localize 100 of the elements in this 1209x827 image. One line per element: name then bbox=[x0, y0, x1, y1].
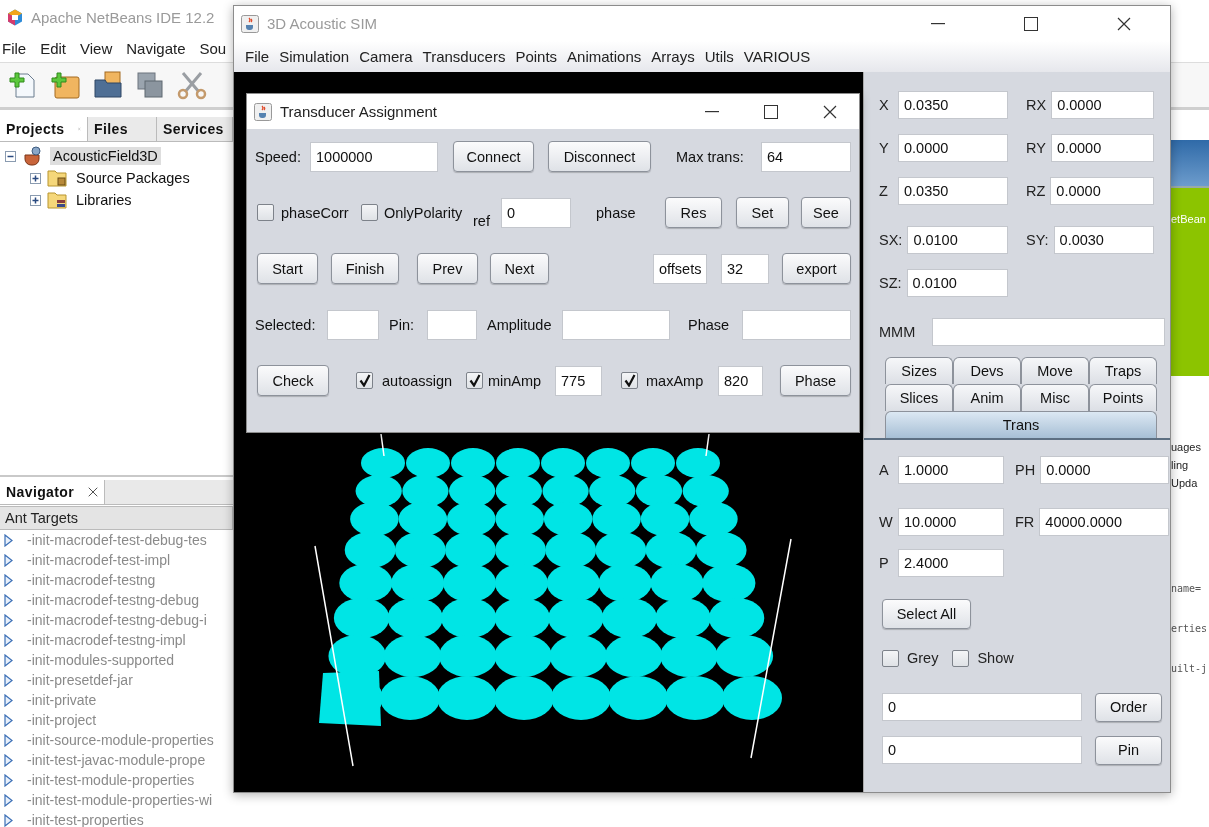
maximize-icon[interactable] bbox=[763, 104, 778, 119]
menu-item[interactable]: Simulation bbox=[279, 48, 350, 65]
input-field[interactable]: 0 bbox=[882, 736, 1082, 764]
expand-icon[interactable] bbox=[30, 194, 41, 206]
menu-item[interactable]: Utils bbox=[704, 48, 734, 65]
checkbox[interactable] bbox=[466, 372, 483, 389]
input-field[interactable] bbox=[932, 318, 1165, 346]
close-icon[interactable] bbox=[1116, 16, 1131, 31]
menu-item[interactable]: Transducers bbox=[422, 48, 506, 65]
close-icon[interactable] bbox=[88, 487, 99, 497]
menu-item[interactable]: Animations bbox=[567, 48, 642, 65]
input-field[interactable] bbox=[742, 309, 851, 340]
button[interactable]: Pin bbox=[1095, 735, 1162, 765]
checkbox[interactable] bbox=[356, 372, 373, 389]
button[interactable]: Disconnect bbox=[548, 141, 651, 172]
input-field[interactable]: 0 bbox=[501, 197, 571, 228]
checkbox[interactable] bbox=[882, 649, 899, 667]
input-field[interactable]: 0.0000 bbox=[898, 134, 1008, 162]
tree-item[interactable]: AcousticField3D bbox=[50, 147, 161, 165]
input-field[interactable]: 0.0350 bbox=[898, 91, 1008, 119]
menu-item[interactable]: File bbox=[2, 40, 27, 57]
menu-item[interactable]: VARIOUS bbox=[743, 48, 811, 65]
button[interactable]: Start bbox=[257, 253, 318, 284]
list-item[interactable]: -init-macrodef-testng-impl bbox=[27, 632, 186, 648]
list-item[interactable]: -init-macrodef-testng-debug bbox=[27, 592, 199, 608]
maximize-icon[interactable] bbox=[1023, 16, 1038, 31]
input-field[interactable]: 40000.0000 bbox=[1039, 508, 1169, 536]
button[interactable]: Finish bbox=[331, 253, 399, 284]
input-field[interactable]: 32 bbox=[721, 253, 769, 284]
tree-item[interactable]: Source Packages bbox=[73, 169, 193, 187]
input-field[interactable]: 64 bbox=[761, 141, 851, 172]
tab[interactable]: Sizes bbox=[885, 357, 953, 384]
menu-item[interactable]: Arrays bbox=[651, 48, 695, 65]
input-field[interactable]: 0.0000 bbox=[1050, 177, 1154, 205]
menu-item[interactable]: Points bbox=[515, 48, 558, 65]
list-item[interactable]: -init-macrodef-test-debug-tes bbox=[27, 532, 207, 548]
input-field[interactable]: 775 bbox=[555, 365, 602, 396]
menu-item[interactable]: Edit bbox=[40, 40, 67, 57]
input-field[interactable]: 1.0000 bbox=[898, 456, 1004, 484]
button[interactable]: See bbox=[801, 197, 851, 228]
input-field[interactable]: 1000000 bbox=[310, 141, 438, 172]
input-field[interactable]: 0.0350 bbox=[898, 177, 1008, 205]
panel-tab[interactable]: Projects bbox=[0, 117, 88, 141]
input-field[interactable]: offsets bbox=[653, 253, 707, 284]
list-item[interactable]: -init-test-properties bbox=[27, 812, 144, 827]
new-project-icon[interactable] bbox=[51, 70, 81, 100]
menu-item[interactable]: Sou bbox=[199, 40, 227, 57]
menu-item[interactable]: File bbox=[245, 48, 270, 65]
input-field[interactable]: 0.0100 bbox=[907, 226, 1008, 254]
expand-icon[interactable] bbox=[30, 172, 41, 184]
minimize-icon[interactable] bbox=[930, 22, 945, 25]
button[interactable]: Prev bbox=[417, 253, 478, 284]
button[interactable]: Phase bbox=[780, 365, 851, 396]
filter-dropdown[interactable]: Ant Targets bbox=[0, 506, 233, 530]
input-field[interactable]: 0.0000 bbox=[1050, 134, 1154, 162]
close-icon[interactable] bbox=[822, 104, 837, 119]
menu-item[interactable]: Navigate bbox=[126, 40, 186, 57]
minimize-icon[interactable] bbox=[704, 110, 719, 113]
collapse-icon[interactable] bbox=[5, 150, 16, 162]
button[interactable]: Connect bbox=[453, 141, 534, 172]
checkbox[interactable] bbox=[361, 204, 378, 221]
tab[interactable]: Anim bbox=[953, 384, 1021, 411]
menu-item[interactable]: Camera bbox=[359, 48, 413, 65]
checkbox[interactable] bbox=[257, 204, 274, 221]
open-project-icon[interactable] bbox=[93, 70, 123, 100]
list-item[interactable]: -init-test-javac-module-prope bbox=[27, 752, 206, 768]
input-field[interactable]: 2.4000 bbox=[898, 549, 1004, 577]
list-item[interactable]: -init-test-module-properties bbox=[27, 772, 195, 788]
input-field[interactable] bbox=[427, 309, 477, 340]
input-field[interactable]: 0.0000 bbox=[1051, 91, 1154, 119]
tree-item[interactable]: Libraries bbox=[73, 191, 135, 209]
input-field[interactable] bbox=[562, 309, 670, 340]
menu-item[interactable]: View bbox=[80, 40, 113, 57]
list-item[interactable]: -init-private bbox=[27, 692, 97, 708]
list-item[interactable]: -init-macrodef-testng-debug-i bbox=[27, 612, 207, 628]
select-all-button[interactable]: Select All bbox=[882, 599, 971, 629]
input-field[interactable]: 0.0030 bbox=[1053, 226, 1154, 254]
tab[interactable]: Trans bbox=[885, 411, 1157, 438]
tab[interactable]: Traps bbox=[1089, 357, 1157, 384]
button[interactable]: export bbox=[782, 253, 851, 284]
tab[interactable]: Misc bbox=[1021, 384, 1089, 411]
button[interactable]: Order bbox=[1095, 692, 1162, 722]
tab[interactable]: Slices bbox=[885, 384, 953, 411]
list-item[interactable]: -init-project bbox=[27, 712, 97, 728]
checkbox[interactable] bbox=[952, 649, 970, 667]
list-item[interactable]: -init-test-module-properties-wi bbox=[27, 792, 213, 808]
input-field[interactable]: 820 bbox=[718, 365, 763, 396]
list-item[interactable]: -init-source-module-properties bbox=[27, 732, 214, 748]
button[interactable]: Next bbox=[490, 253, 549, 284]
input-field[interactable]: 0 bbox=[882, 693, 1082, 721]
input-field[interactable]: 0.0000 bbox=[1040, 456, 1169, 484]
list-item[interactable]: -init-presetdef-jar bbox=[27, 672, 133, 688]
input-field[interactable] bbox=[327, 309, 379, 340]
checkbox[interactable] bbox=[621, 372, 638, 389]
input-field[interactable]: 0.0100 bbox=[906, 269, 1008, 297]
list-item[interactable]: -init-macrodef-test-impl bbox=[27, 552, 171, 568]
panel-tab[interactable]: Navigator bbox=[0, 480, 106, 504]
list-item[interactable]: -init-macrodef-testng bbox=[27, 572, 156, 588]
list-item[interactable]: -init-modules-supported bbox=[27, 652, 175, 668]
button[interactable]: Check bbox=[257, 365, 329, 396]
